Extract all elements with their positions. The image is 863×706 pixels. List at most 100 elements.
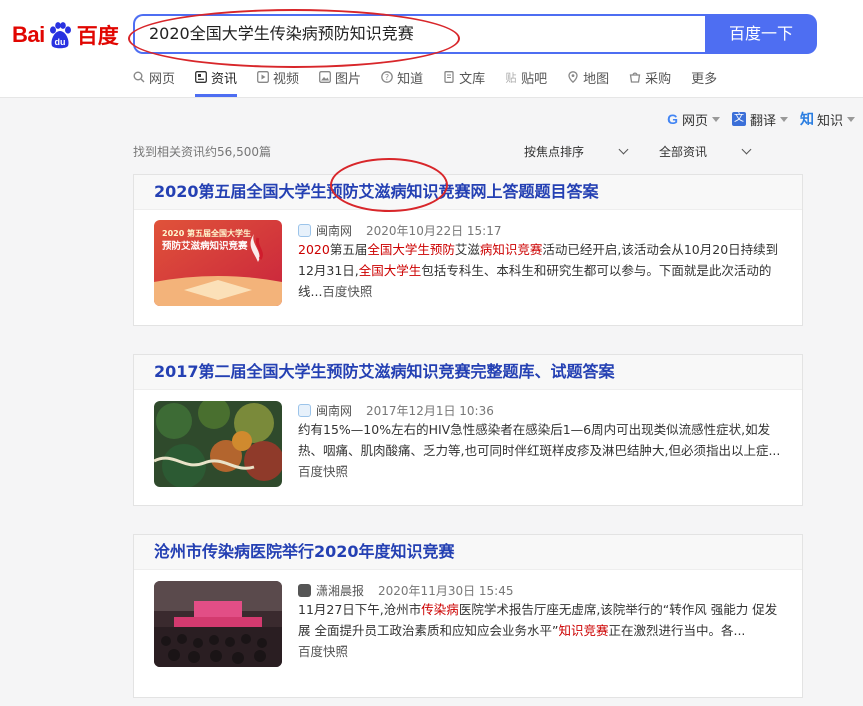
result-header: 2017第二届全国大学生预防艾滋病知识竞赛完整题库、试题答案 — [134, 355, 802, 390]
source-logo-icon — [298, 404, 311, 417]
sort-dropdown[interactable]: 按焦点排序 — [524, 143, 629, 160]
tab-tieba[interactable]: 贴 贴吧 — [505, 66, 548, 88]
filter-dropdown[interactable]: 全部资讯 — [659, 143, 752, 160]
result-body: 2020 第五届全国大学生 预防艾滋病知识竞赛 闽南网 2020年10月22日 … — [134, 210, 802, 325]
chevron-down-icon — [779, 116, 788, 122]
nav-tabs: 网页 资讯 视频 图片 ? 知道 文库 贴 贴吧 地图 采购 更多 — [133, 66, 737, 97]
chevron-down-icon — [618, 144, 629, 155]
tool-translate[interactable]: 文 翻译 — [731, 109, 788, 129]
snapshot-link[interactable]: 百度快照 — [298, 644, 348, 659]
source-name[interactable]: 闽南网 — [316, 222, 352, 239]
result-title-link[interactable]: 2020第五届全国大学生预防艾滋病知识竞赛网上答题题目答案 — [154, 175, 782, 209]
tab-label: 贴吧 — [521, 71, 548, 87]
tab-label: 视频 — [273, 71, 300, 87]
result-card: 沧州市传染病医院举行2020年度知识竞赛 潇湘晨报 2020年11月30日 15… — [133, 534, 803, 698]
result-thumbnail[interactable] — [154, 401, 282, 487]
logo-text-bai: Bai — [12, 22, 45, 47]
result-source: 闽南网 2020年10月22日 15:17 — [298, 222, 502, 239]
tool-webpage[interactable]: G 网页 — [667, 109, 720, 129]
tool-translate-label: 翻译 — [749, 113, 776, 129]
sort-label: 按焦点排序 — [524, 145, 585, 159]
tab-label: 地图 — [583, 71, 610, 87]
search-button[interactable]: 百度一下 — [705, 14, 817, 54]
result-body: 闽南网 2017年12月1日 10:36 约有15%—10%左右的HIV急性感染… — [134, 390, 802, 505]
source-name[interactable]: 闽南网 — [316, 402, 352, 419]
publish-date: 2020年10月22日 15:17 — [366, 224, 502, 238]
tab-more[interactable]: 更多 — [691, 66, 717, 88]
toolbar: G 网页 文 翻译 知 知识 — [655, 109, 855, 129]
result-count: 找到相关资讯约56,500篇 — [133, 145, 271, 159]
filter-label: 全部资讯 — [659, 145, 708, 159]
tab-label: 更多 — [691, 71, 718, 87]
tab-label: 采购 — [645, 71, 672, 87]
result-header: 沧州市传染病医院举行2020年度知识竞赛 — [134, 535, 802, 570]
snapshot-link[interactable]: 百度快照 — [322, 284, 372, 299]
source-logo-icon — [298, 584, 311, 597]
thumb-text-line1: 2020 第五届全国大学生 — [162, 228, 251, 238]
result-source: 潇湘晨报 2020年11月30日 15:45 — [298, 582, 514, 599]
chevron-down-icon — [741, 144, 752, 155]
tab-label: 资讯 — [211, 71, 238, 87]
result-abstract: 2020第五届全国大学生预防艾滋病知识竞赛活动已经开启,该活动会从10月20日持… — [298, 239, 788, 302]
tab-wenku[interactable]: 文库 — [443, 66, 485, 88]
baidu-logo[interactable]: Bai du 百度 — [12, 20, 119, 50]
search-form: 2020全国大学生传染病预防知识竞赛 百度一下 — [133, 14, 817, 54]
translate-icon: 文 — [731, 112, 746, 126]
abstract-segment: 知识竞赛 — [558, 623, 609, 638]
abstract-segment: 11月27日下午,沧州市 — [298, 602, 422, 617]
search-input[interactable]: 2020全国大学生传染病预防知识竞赛 — [133, 14, 705, 54]
shopping-icon — [629, 72, 641, 83]
map-icon — [568, 71, 578, 83]
svg-text:?: ? — [385, 73, 389, 82]
tab-news[interactable]: 资讯 — [195, 66, 238, 97]
result-source: 闽南网 2017年12月1日 10:36 — [298, 402, 494, 419]
tool-knowledge-label: 知识 — [816, 113, 843, 129]
result-header: 2020第五届全国大学生预防艾滋病知识竞赛网上答题题目答案 — [134, 175, 802, 210]
publish-date: 2020年11月30日 15:45 — [378, 584, 514, 598]
tab-label: 文库 — [459, 71, 486, 87]
tab-map[interactable]: 地图 — [567, 66, 609, 88]
source-name[interactable]: 潇湘晨报 — [316, 582, 364, 599]
news-icon — [195, 71, 207, 83]
snapshot-link[interactable]: 百度快照 — [298, 464, 348, 479]
image-icon — [319, 71, 331, 83]
svg-text:贴: 贴 — [506, 71, 517, 83]
tab-label: 知道 — [397, 71, 424, 87]
tab-images[interactable]: 图片 — [319, 66, 361, 88]
tab-zhidao[interactable]: ? 知道 — [381, 66, 423, 88]
tab-webpage[interactable]: 网页 — [133, 66, 175, 88]
result-body: 潇湘晨报 2020年11月30日 15:45 11月27日下午,沧州市传染病医院… — [134, 570, 802, 690]
abstract-segment: 正在激烈进行当中。各... — [608, 623, 746, 638]
result-thumbnail[interactable]: 2020 第五届全国大学生 预防艾滋病知识竞赛 — [154, 220, 282, 306]
question-icon: ? — [381, 71, 393, 83]
thumb-text-line2: 预防艾滋病知识竞赛 — [162, 240, 248, 252]
tool-knowledge[interactable]: 知 知识 — [800, 109, 855, 129]
tieba-icon: 贴 — [506, 71, 517, 83]
knowledge-icon: 知 — [799, 112, 814, 128]
publish-date: 2017年12月1日 10:36 — [366, 404, 494, 418]
abstract-segment: 2020 — [298, 242, 330, 257]
result-title-link[interactable]: 2017第二届全国大学生预防艾滋病知识竞赛完整题库、试题答案 — [154, 355, 782, 389]
google-icon: G — [667, 111, 678, 127]
sort-options: 按焦点排序 全部资讯 — [524, 143, 782, 160]
result-card: 2020第五届全国大学生预防艾滋病知识竞赛网上答题题目答案 2020 第五届全国… — [133, 174, 803, 326]
result-card: 2017第二届全国大学生预防艾滋病知识竞赛完整题库、试题答案 闽南网 2017年… — [133, 354, 803, 506]
tab-label: 图片 — [335, 71, 362, 87]
tab-label: 网页 — [149, 71, 176, 87]
abstract-segment: 艾滋 — [454, 242, 480, 257]
tab-video[interactable]: 视频 — [257, 66, 299, 88]
document-icon — [444, 71, 454, 83]
abstract-segment: 约有15%—10%左右的HIV急性感染者在感染后1—6周内可出现类似流感性症状,… — [298, 422, 781, 458]
tool-webpage-label: 网页 — [681, 113, 708, 129]
result-abstract: 11月27日下午,沧州市传染病医院学术报告厅座无虚席,该院举行的“转作风 强能力… — [298, 599, 788, 662]
chevron-down-icon — [711, 116, 720, 122]
chevron-down-icon — [847, 116, 855, 122]
search-icon — [133, 71, 145, 83]
abstract-segment: 病知识竞赛 — [479, 242, 543, 257]
abstract-segment: 全国大学生预防 — [367, 242, 455, 257]
result-thumbnail[interactable] — [154, 581, 282, 667]
logo-text-du: du — [54, 37, 65, 47]
tab-purchase[interactable]: 采购 — [629, 66, 671, 88]
result-title-link[interactable]: 沧州市传染病医院举行2020年度知识竞赛 — [154, 535, 782, 569]
header: Bai du 百度 2020全国大学生传染病预防知识竞赛 百度一下 网页 资讯 — [0, 0, 863, 98]
